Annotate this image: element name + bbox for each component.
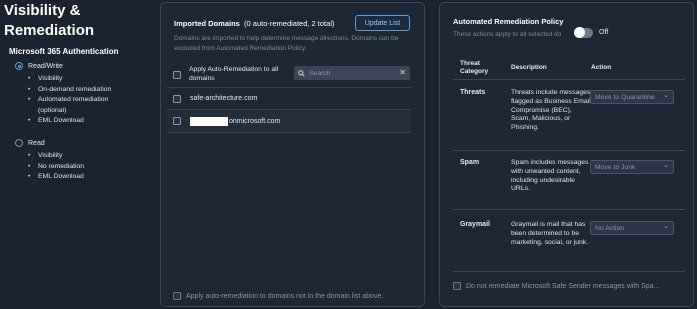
radio-selected-icon[interactable] — [15, 62, 23, 70]
update-list-button[interactable]: Update List — [355, 15, 410, 31]
radio-read-label: Read — [28, 139, 45, 147]
feature-text: Automated remediation — [38, 96, 109, 103]
policy-toggle[interactable] — [574, 27, 593, 38]
category-graymail: Graymail — [460, 221, 490, 228]
imported-domains-count: (0 auto-remediated, 2 total) — [244, 19, 335, 28]
auth-heading: Microsoft 365 Authentication — [9, 47, 119, 56]
domain-checkbox[interactable] — [173, 117, 181, 125]
policy-description: These actions apply to all selected do — [453, 31, 562, 38]
feature-item: Visibility — [28, 151, 84, 162]
domain-row[interactable]: onmicrosoft.com — [167, 110, 411, 133]
chevron-down-icon: ⌄ — [663, 162, 669, 169]
row-divider — [453, 150, 685, 151]
apply-unlisted-row: Apply auto-remediation to domains not in… — [173, 292, 383, 300]
read-features: Visibility No remediation EML Download — [28, 151, 84, 183]
apply-all-checkbox[interactable] — [173, 71, 181, 79]
radio-read[interactable]: Read — [15, 139, 45, 147]
read-write-features: Visibility On-demand remediation Automat… — [28, 74, 111, 127]
policy-toggle-label: Off — [599, 29, 609, 36]
radio-read-write-label: Read/Write — [28, 62, 63, 70]
redacted-block — [190, 116, 228, 126]
category-spam: Spam — [460, 159, 480, 166]
column-header-action: Action — [591, 64, 612, 71]
remediation-policy-panel: Automated Remediation Policy These actio… — [439, 2, 694, 307]
feature-text-optional: (optional) — [38, 106, 67, 114]
feature-item: On-demand remediation — [28, 85, 111, 96]
row-divider — [453, 209, 685, 210]
feature-item: No remediation — [28, 162, 84, 173]
search-placeholder: Search — [309, 69, 331, 77]
category-threats: Threats — [460, 89, 486, 96]
graymail-description: Graymail is mail that has been determine… — [511, 221, 589, 246]
threats-action-value: Move to Quarantine — [595, 93, 655, 101]
apply-unlisted-label: Apply auto-remediation to domains not in… — [186, 292, 384, 300]
apply-unlisted-checkbox[interactable] — [173, 292, 181, 300]
auth-sidebar: Visibility & Remediation Microsoft 365 A… — [0, 0, 160, 309]
safe-sender-row: Do not remediate Microsoft Safe Sender m… — [453, 282, 659, 290]
graymail-action-value: No Action — [595, 224, 625, 232]
spam-action-select[interactable]: Move to Junk ⌄ — [590, 160, 674, 174]
domain-name: safe-architecture.com — [190, 95, 258, 102]
spam-action-value: Move to Junk — [595, 163, 636, 171]
domain-checkbox[interactable] — [173, 94, 181, 103]
feature-item: Automated remediation (optional) — [28, 95, 111, 116]
table-header-divider — [453, 79, 685, 80]
domain-name: onmicrosoft.com — [229, 117, 281, 125]
domain-search-input[interactable]: Search ✕ — [294, 66, 410, 80]
feature-item: EML Download — [28, 116, 111, 127]
radio-unselected-icon[interactable] — [15, 139, 23, 147]
page-title: Visibility & Remediation — [4, 2, 95, 39]
radio-read-write[interactable]: Read/Write — [15, 62, 63, 70]
threats-description: Threats include messages flagged as Busi… — [511, 89, 591, 132]
column-header-category: Threat Category — [460, 60, 489, 75]
imported-domains-panel: Imported Domains (0 auto-remediated, 2 t… — [160, 2, 425, 307]
policy-title: Automated Remediation Policy — [453, 17, 564, 26]
threats-action-select[interactable]: Move to Quarantine ⌄ — [590, 90, 674, 104]
feature-item: EML Download — [28, 172, 84, 183]
column-header-description: Description — [511, 64, 547, 71]
feature-item: Visibility — [28, 74, 111, 85]
row-divider — [453, 271, 685, 272]
spam-description: Spam includes messages with unwanted con… — [511, 159, 589, 193]
safe-sender-label: Do not remediate Microsoft Safe Sender m… — [466, 282, 660, 290]
apply-all-label: Apply Auto-Remediation to all domains — [189, 66, 279, 82]
apply-all-row: Apply Auto-Remediation to all domains — [173, 66, 284, 83]
graymail-action-select[interactable]: No Action ⌄ — [590, 221, 674, 235]
imported-domains-heading: Imported Domains — [174, 19, 240, 28]
imported-domains-title: Imported Domains (0 auto-remediated, 2 t… — [174, 19, 334, 28]
clear-search-icon[interactable]: ✕ — [399, 68, 406, 77]
safe-sender-checkbox[interactable] — [453, 282, 461, 290]
chevron-down-icon: ⌄ — [663, 92, 669, 99]
chevron-down-icon: ⌄ — [663, 223, 669, 230]
domain-row[interactable]: safe-architecture.com — [167, 87, 411, 110]
imported-domains-description: Domains are imported to help determine m… — [174, 35, 399, 52]
search-icon — [298, 69, 305, 77]
